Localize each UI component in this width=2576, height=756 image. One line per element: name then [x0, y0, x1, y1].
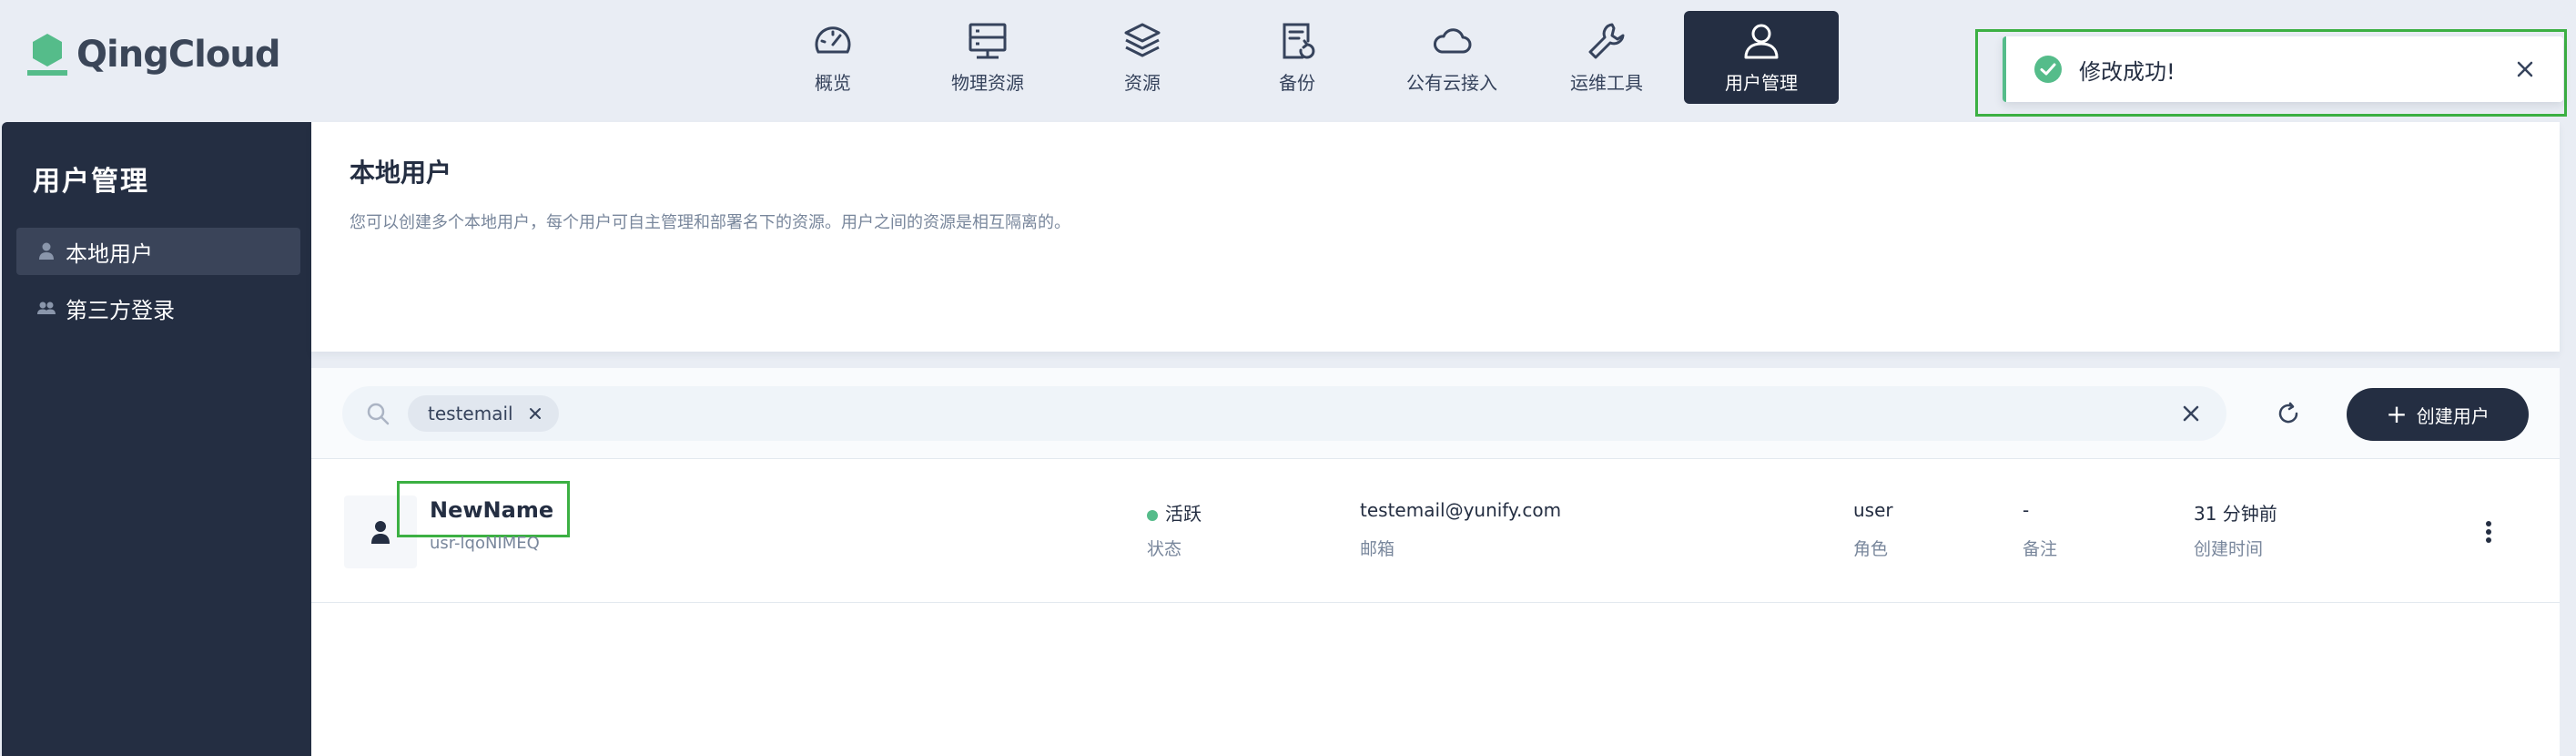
- sidebar: 用户管理 本地用户 第三方登录: [2, 122, 311, 756]
- toast-message: 修改成功!: [2079, 58, 2175, 85]
- more-actions-button[interactable]: [2472, 512, 2505, 552]
- user-created-time: 31 分钟前: [2194, 503, 2277, 525]
- nav-item-resources[interactable]: 资源: [1065, 11, 1220, 104]
- refresh-icon: [2278, 402, 2298, 424]
- role-label: 角色: [1853, 539, 1889, 559]
- user-name-link[interactable]: NewName: [430, 497, 553, 523]
- search-bar[interactable]: testemail: [342, 386, 2226, 441]
- create-user-button[interactable]: + 创建用户: [2347, 388, 2529, 441]
- sidebar-item-local-users[interactable]: 本地用户: [16, 228, 300, 275]
- nav-item-public-cloud[interactable]: 公有云接入: [1374, 11, 1529, 104]
- user-role: user: [1853, 499, 1893, 521]
- status-dot: [1147, 509, 1158, 521]
- check-circle-icon: [2034, 56, 2062, 83]
- user-email: testemail@yunify.com: [1360, 499, 1562, 521]
- page-description: 您可以创建多个本地用户，每个用户可自主管理和部署名下的资源。用户之间的资源是相互…: [350, 213, 1070, 232]
- wrench-icon: [1588, 23, 1625, 58]
- person-icon: [39, 242, 54, 260]
- nav-item-ops-tools[interactable]: 运维工具: [1529, 11, 1684, 104]
- nav-item-physical-resources[interactable]: 物理资源: [910, 11, 1065, 104]
- clear-search-icon[interactable]: [2181, 404, 2201, 424]
- sidebar-item-label: 本地用户: [66, 240, 153, 267]
- refresh-button[interactable]: [2268, 393, 2308, 434]
- user-id: usr-lqoNIMEQ: [430, 534, 540, 553]
- sidebar-item-third-party-login[interactable]: 第三方登录: [16, 284, 300, 332]
- note-label: 备注: [2023, 539, 2058, 559]
- main-nav: 概览 物理资源 资源 备份 公有云接入 运维工具 用户管理: [756, 11, 1839, 104]
- table-row: NewName usr-lqoNIMEQ 活跃 状态 testemail@yun…: [311, 461, 2560, 603]
- people-icon: [37, 301, 56, 314]
- status-label: 状态: [1147, 539, 1182, 559]
- list-toolbar: testemail + 创建用户: [311, 368, 2560, 459]
- nav-item-user-management[interactable]: 用户管理: [1684, 11, 1839, 104]
- plus-icon: +: [2386, 399, 2408, 429]
- gauge-icon: [815, 26, 851, 53]
- qingcloud-logo-icon: [25, 32, 69, 77]
- layers-icon: [1124, 23, 1161, 56]
- user-icon: [1744, 24, 1779, 58]
- cloud-icon: [1434, 27, 1472, 53]
- success-toast: 修改成功!: [2003, 36, 2563, 102]
- logo-text: QingCloud: [76, 34, 280, 76]
- page-title: 本地用户: [350, 158, 452, 188]
- email-label: 邮箱: [1360, 539, 1395, 559]
- filter-tag: testemail: [408, 395, 559, 432]
- search-icon: [367, 403, 390, 425]
- created-time-label: 创建时间: [2194, 539, 2264, 559]
- person-icon: [371, 521, 390, 544]
- close-icon[interactable]: [2514, 58, 2536, 80]
- sidebar-title: 用户管理: [33, 166, 149, 198]
- sidebar-item-label: 第三方登录: [66, 297, 175, 323]
- nav-item-overview[interactable]: 概览: [756, 11, 910, 104]
- server-icon: [969, 23, 1007, 58]
- search-input[interactable]: [569, 395, 2181, 432]
- logo[interactable]: QingCloud: [25, 29, 280, 80]
- user-note: -: [2023, 499, 2030, 521]
- backup-document-icon: [1283, 23, 1315, 58]
- filter-tag-label: testemail: [428, 403, 513, 424]
- page-header: 本地用户 您可以创建多个本地用户，每个用户可自主管理和部署名下的资源。用户之间的…: [311, 122, 2560, 352]
- more-vertical-icon: [2486, 521, 2491, 543]
- remove-tag-icon[interactable]: [528, 406, 543, 421]
- nav-item-backup[interactable]: 备份: [1220, 11, 1374, 104]
- user-status: 活跃: [1147, 499, 1202, 526]
- user-list: testemail + 创建用户 NewName usr-lqoNIMEQ 活跃…: [311, 368, 2560, 756]
